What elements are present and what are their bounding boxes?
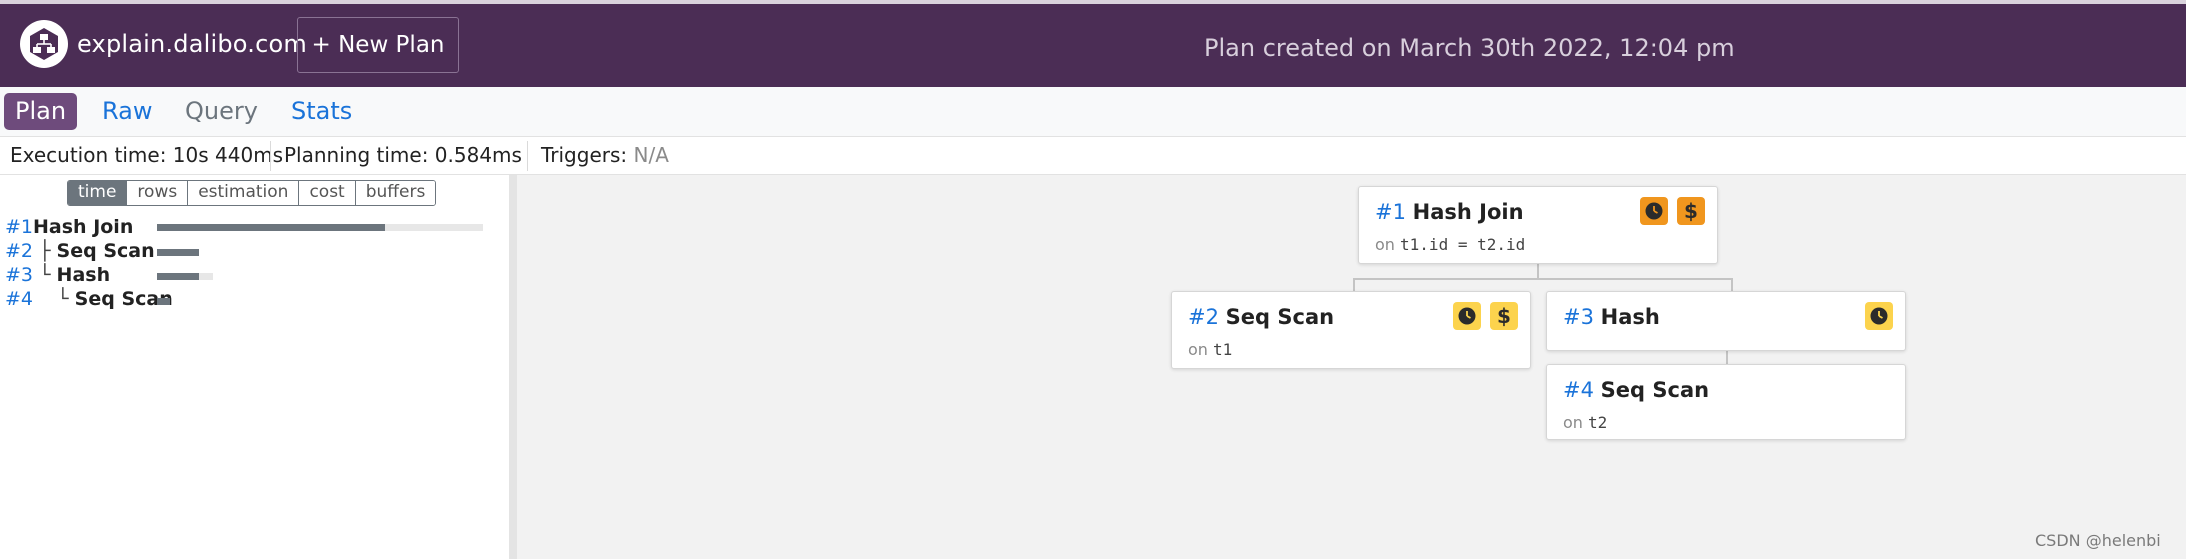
plan-tree-panel: time rows estimation cost buffers #1Hash… <box>0 175 509 559</box>
time-bar-fill <box>157 224 385 231</box>
node-number: #3 <box>1563 305 1594 329</box>
dollar-icon[interactable]: $ <box>1490 302 1518 330</box>
plan-tree-logo-icon <box>20 20 68 68</box>
node-number: #2 <box>1188 305 1219 329</box>
node-on-label: on <box>1188 340 1208 359</box>
tree-branch: └ <box>51 288 75 310</box>
connector-line <box>1731 278 1733 291</box>
execution-time-stat: Execution time: 10s 440ms <box>10 137 283 174</box>
stats-bar: Execution time: 10s 440ms Planning time:… <box>0 137 2186 175</box>
node-name: Hash <box>56 264 111 286</box>
time-bar-fill <box>157 273 199 280</box>
node-relation: t1 <box>1213 340 1233 359</box>
connector-line <box>1537 264 1539 278</box>
plan-created-text: Plan created on March 30th 2022, 12:04 p… <box>1204 34 1735 62</box>
node-detail: on t2 <box>1563 413 1607 432</box>
metric-cost-button[interactable]: cost <box>298 181 355 205</box>
execution-time-value: 10s 440ms <box>172 143 284 167</box>
node-name: Hash Join <box>33 216 134 238</box>
node-name: Seq Scan <box>1225 305 1335 329</box>
node-number: #1 <box>5 216 34 238</box>
node-number: #1 <box>1375 200 1406 224</box>
node-title: #3 Hash <box>1563 305 1660 329</box>
node-name: Hash Join <box>1412 200 1524 224</box>
logo-link[interactable]: explain.dalibo.com <box>20 20 307 68</box>
clock-icon[interactable] <box>1453 302 1481 330</box>
tree-row-3[interactable]: #3 └ Hash <box>5 263 110 287</box>
plan-node-1[interactable]: #1 Hash Join on t1.id = t2.id $ <box>1358 186 1718 264</box>
tab-stats[interactable]: Stats <box>291 93 352 130</box>
clock-icon[interactable] <box>1865 302 1893 330</box>
node-condition: t1.id = t2.id <box>1400 235 1526 254</box>
metric-button-group: time rows estimation cost buffers <box>67 180 437 206</box>
node-title: #2 Seq Scan <box>1188 305 1334 329</box>
planning-time-label: Planning time: <box>284 143 429 167</box>
tab-raw[interactable]: Raw <box>102 93 152 130</box>
time-bar-track <box>157 273 213 280</box>
triggers-label: Triggers: <box>541 143 628 167</box>
connector-line <box>1353 278 1733 280</box>
node-name: Seq Scan <box>1600 378 1710 402</box>
metric-buffers-button[interactable]: buffers <box>354 181 436 205</box>
time-bar-fill <box>157 298 170 305</box>
connector-line <box>1726 351 1728 364</box>
plan-node-2[interactable]: #2 Seq Scan on t1 $ <box>1171 291 1531 369</box>
metric-estimation-button[interactable]: estimation <box>187 181 299 205</box>
dollar-icon[interactable]: $ <box>1677 197 1705 225</box>
app-header: explain.dalibo.com + New Plan Plan creat… <box>0 0 2186 87</box>
node-name: Seq Scan <box>56 240 155 262</box>
tree-row-4[interactable]: #4 └ Seq Scan <box>5 287 173 311</box>
planning-time-stat: Planning time: 0.584ms <box>284 137 522 174</box>
tab-query[interactable]: Query <box>185 93 258 130</box>
metric-time-button[interactable]: time <box>68 181 127 205</box>
node-relation: t2 <box>1588 413 1608 432</box>
tree-branch: └ <box>39 264 57 286</box>
node-number: #4 <box>1563 378 1594 402</box>
node-name: Hash <box>1600 305 1660 329</box>
tab-plan[interactable]: Plan <box>4 93 77 130</box>
plan-node-3[interactable]: #3 Hash <box>1546 291 1906 351</box>
stat-divider <box>270 141 271 171</box>
node-number: #2 <box>5 240 34 262</box>
time-bar-track <box>157 224 483 231</box>
triggers-stat: Triggers: N/A <box>541 137 669 174</box>
tree-branch: ├ <box>39 240 57 262</box>
node-number: #4 <box>5 288 34 310</box>
clock-icon[interactable] <box>1640 197 1668 225</box>
time-bar-fill <box>157 249 199 256</box>
time-bar-track <box>157 249 199 256</box>
connector-line <box>1353 278 1355 291</box>
panel-splitter[interactable] <box>509 175 517 559</box>
new-plan-button[interactable]: + New Plan <box>297 17 459 73</box>
plan-diagram-canvas[interactable]: #1 Hash Join on t1.id = t2.id $ #2 Seq S… <box>517 175 2186 559</box>
plan-node-4[interactable]: #4 Seq Scan on t2 <box>1546 364 1906 440</box>
planning-time-value: 0.584ms <box>434 143 522 167</box>
watermark: CSDN @helenbi <box>2035 531 2161 550</box>
tree-row-2[interactable]: #2 ├ Seq Scan <box>5 239 155 263</box>
execution-time-label: Execution time: <box>10 143 167 167</box>
node-title: #4 Seq Scan <box>1563 378 1709 402</box>
node-title: #1 Hash Join <box>1375 200 1524 224</box>
node-detail: on t1 <box>1188 340 1232 359</box>
metric-rows-button[interactable]: rows <box>126 181 188 205</box>
tree-row-1[interactable]: #1Hash Join <box>5 215 133 239</box>
node-detail: on t1.id = t2.id <box>1375 235 1525 254</box>
time-bar-track <box>157 298 171 305</box>
tab-bar: Plan Raw Query Stats <box>0 87 2186 137</box>
stat-divider <box>527 141 528 171</box>
node-on-label: on <box>1375 235 1395 254</box>
triggers-value: N/A <box>633 143 669 167</box>
site-name: explain.dalibo.com <box>77 30 307 58</box>
node-number: #3 <box>5 264 34 286</box>
node-on-label: on <box>1563 413 1583 432</box>
